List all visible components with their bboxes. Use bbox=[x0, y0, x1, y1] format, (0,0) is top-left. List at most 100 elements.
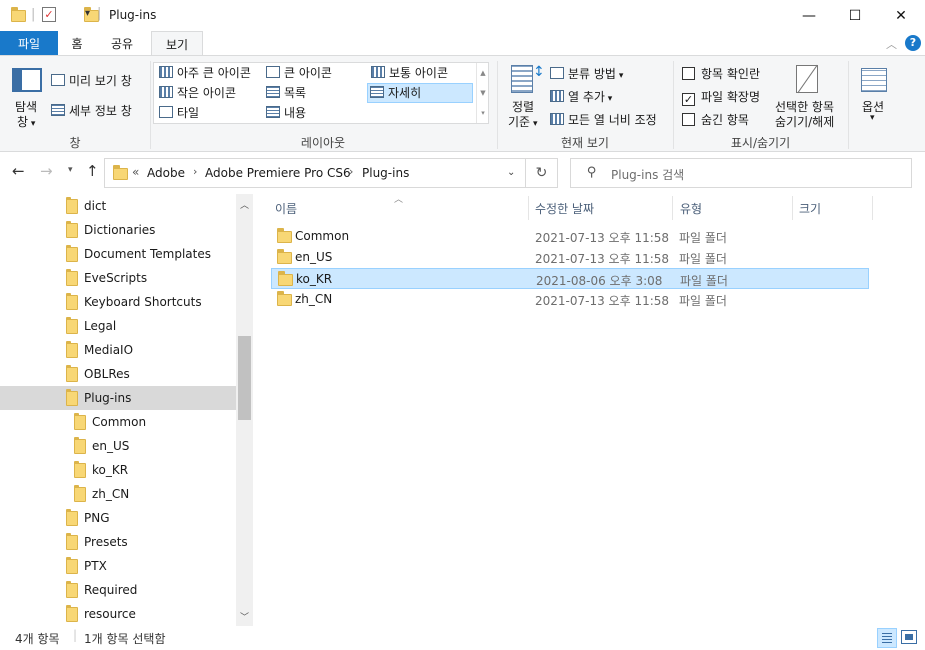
column-header-type[interactable]: 유형 bbox=[680, 200, 702, 217]
nav-tree-item[interactable]: resource bbox=[0, 602, 236, 626]
sort-by-icon[interactable] bbox=[511, 65, 533, 93]
layout-extra-large-icons[interactable]: 아주 큰 아이콘 bbox=[157, 64, 251, 84]
close-icon: ✕ bbox=[895, 7, 907, 24]
address-bar[interactable]: « Adobe › Adobe Premiere Pro CS6 › Plug-… bbox=[104, 158, 526, 188]
nav-tree-item[interactable]: Document Templates bbox=[0, 242, 236, 266]
size-all-columns-button[interactable]: 모든 열 너비 조정 bbox=[550, 111, 657, 128]
nav-tree-item[interactable]: Dictionaries bbox=[0, 218, 236, 242]
chevron-right-icon[interactable]: › bbox=[193, 165, 197, 178]
layout-details[interactable]: 자세히 bbox=[367, 83, 473, 103]
folder-icon bbox=[66, 508, 78, 526]
item-checkboxes-toggle[interactable]: 항목 확인란 bbox=[682, 65, 760, 82]
column-divider[interactable] bbox=[672, 196, 673, 220]
gallery-scroll[interactable]: ▲ ▼ ▾ bbox=[476, 63, 489, 123]
preview-pane-button[interactable]: 미리 보기 창 bbox=[51, 72, 132, 89]
scroll-down-icon[interactable]: ﹀ bbox=[240, 610, 249, 623]
breadcrumb-premiere[interactable]: Adobe Premiere Pro CS6 bbox=[205, 166, 351, 180]
collapse-ribbon-icon[interactable]: ︿ bbox=[886, 36, 897, 52]
hide-selected-icon[interactable] bbox=[796, 64, 818, 94]
help-icon[interactable]: ? bbox=[905, 35, 921, 51]
layout-tiles[interactable]: 타일 bbox=[157, 104, 199, 124]
layout-small-icons[interactable]: 작은 아이콘 bbox=[157, 84, 236, 104]
file-extensions-checkbox[interactable]: ✓ bbox=[682, 93, 695, 106]
navigation-pane-dropdown-icon: ▾ bbox=[28, 119, 36, 129]
nav-tree-item[interactable]: Keyboard Shortcuts bbox=[0, 290, 236, 314]
hide-selected-label-2[interactable]: 숨기기/해제 bbox=[775, 113, 834, 130]
details-pane-button[interactable]: 세부 정보 창 bbox=[51, 102, 132, 119]
maximize-button[interactable]: ☐ bbox=[832, 0, 878, 31]
group-by-button[interactable]: 분류 방법 ▾ bbox=[550, 65, 623, 82]
layout-content[interactable]: 내용 bbox=[264, 104, 306, 124]
nav-tree-item[interactable]: en_US bbox=[0, 434, 236, 458]
nav-tree-item[interactable]: Legal bbox=[0, 314, 236, 338]
back-arrow-icon[interactable]: ← bbox=[12, 162, 25, 180]
large-icons-view-button[interactable] bbox=[901, 630, 917, 644]
file-extensions-toggle[interactable]: ✓ 파일 확장명 bbox=[682, 88, 760, 106]
forward-arrow-icon[interactable]: → bbox=[40, 162, 53, 180]
file-row[interactable]: en_US 2021-07-13 오후 11:58 파일 폴더 bbox=[271, 247, 869, 268]
add-columns-button[interactable]: 열 추가 ▾ bbox=[550, 88, 612, 105]
nav-tree-item[interactable]: PNG bbox=[0, 506, 236, 530]
up-arrow-icon[interactable]: ↑ bbox=[86, 162, 99, 180]
close-button[interactable]: ✕ bbox=[878, 0, 924, 31]
column-divider[interactable] bbox=[872, 196, 873, 220]
details-view-button[interactable] bbox=[877, 628, 897, 648]
nav-tree-item[interactable]: ko_KR bbox=[0, 458, 236, 482]
layout-medium-icons[interactable]: 보통 아이콘 bbox=[369, 64, 448, 84]
tab-home[interactable]: 홈 bbox=[64, 31, 90, 55]
nav-tree-item[interactable]: Plug-ins bbox=[0, 386, 236, 410]
nav-tree-item[interactable]: Common bbox=[0, 410, 236, 434]
layout-large-icons[interactable]: 큰 아이콘 bbox=[264, 64, 332, 84]
refresh-button[interactable]: ↻ bbox=[526, 158, 558, 188]
group-by-label: 분류 방법 bbox=[568, 67, 616, 81]
tab-file[interactable]: 파일 bbox=[0, 31, 58, 55]
recent-locations-icon[interactable]: ▾ bbox=[68, 165, 73, 175]
navigation-pane-icon[interactable] bbox=[12, 68, 42, 92]
chevron-right-icon[interactable]: › bbox=[349, 165, 353, 178]
navigation-pane-label-text: 창 bbox=[17, 115, 29, 129]
hidden-items-checkbox[interactable] bbox=[682, 113, 695, 126]
nav-tree-item[interactable]: EveScripts bbox=[0, 266, 236, 290]
scroll-up-icon[interactable]: ︿ bbox=[240, 198, 249, 211]
sort-by-label-2[interactable]: 기준 ▾ bbox=[508, 113, 537, 130]
column-header-name[interactable]: 이름 bbox=[275, 200, 297, 217]
search-placeholder: Plug-ins 검색 bbox=[611, 168, 685, 182]
address-dropdown-icon[interactable]: ⌄ bbox=[507, 167, 515, 178]
column-header-size[interactable]: 크기 bbox=[799, 200, 821, 217]
file-row[interactable]: Common 2021-07-13 오후 11:58 파일 폴더 bbox=[271, 226, 869, 247]
nav-scrollbar-thumb[interactable] bbox=[238, 336, 251, 420]
options-dropdown-icon[interactable]: ▾ bbox=[870, 113, 875, 123]
item-checkboxes-checkbox[interactable] bbox=[682, 67, 695, 80]
nav-tree-item[interactable]: Presets bbox=[0, 530, 236, 554]
layout-item-label: 타일 bbox=[177, 106, 200, 120]
maximize-icon: ☐ bbox=[848, 7, 862, 24]
search-box[interactable]: ⚲ Plug-ins 검색 bbox=[570, 158, 912, 188]
breadcrumb-adobe[interactable]: Adobe bbox=[147, 166, 185, 180]
file-row[interactable]: ko_KR 2021-08-06 오후 3:08 파일 폴더 bbox=[271, 268, 869, 289]
nav-tree-item[interactable]: zh_CN bbox=[0, 482, 236, 506]
hidden-items-toggle[interactable]: 숨긴 항목 bbox=[682, 111, 749, 128]
tab-share[interactable]: 공유 bbox=[104, 31, 140, 55]
column-header-modified[interactable]: 수정한 날짜 bbox=[535, 200, 594, 217]
minimize-button[interactable]: — bbox=[786, 0, 832, 31]
nav-tree-item[interactable]: OBLRes bbox=[0, 362, 236, 386]
nav-tree-item[interactable]: PTX bbox=[0, 554, 236, 578]
breadcrumb-plugins[interactable]: Plug-ins bbox=[362, 166, 409, 180]
qat-dropdown-icon[interactable]: ▾ bbox=[85, 8, 90, 19]
nav-tree-item[interactable]: MediaIO bbox=[0, 338, 236, 362]
nav-tree-item[interactable]: Required bbox=[0, 578, 236, 602]
file-row[interactable]: zh_CN 2021-07-13 오후 11:58 파일 폴더 bbox=[271, 289, 869, 310]
properties-icon[interactable]: ✓ bbox=[42, 7, 56, 22]
tab-view[interactable]: 보기 bbox=[151, 31, 203, 56]
folder-icon bbox=[66, 604, 78, 622]
column-divider[interactable] bbox=[528, 196, 529, 220]
options-icon[interactable] bbox=[861, 68, 887, 92]
navigation-pane: dict Dictionaries Document Templates EveScr… bbox=[0, 194, 254, 626]
layout-list[interactable]: 목록 bbox=[264, 84, 306, 104]
navigation-pane-label-2[interactable]: 창 ▾ bbox=[17, 113, 35, 130]
address-overflow-icon[interactable]: « bbox=[132, 165, 139, 179]
column-divider[interactable] bbox=[792, 196, 793, 220]
file-type: 파일 폴더 bbox=[680, 274, 728, 288]
folder-icon bbox=[74, 460, 86, 478]
nav-tree-item[interactable]: dict bbox=[0, 194, 236, 218]
